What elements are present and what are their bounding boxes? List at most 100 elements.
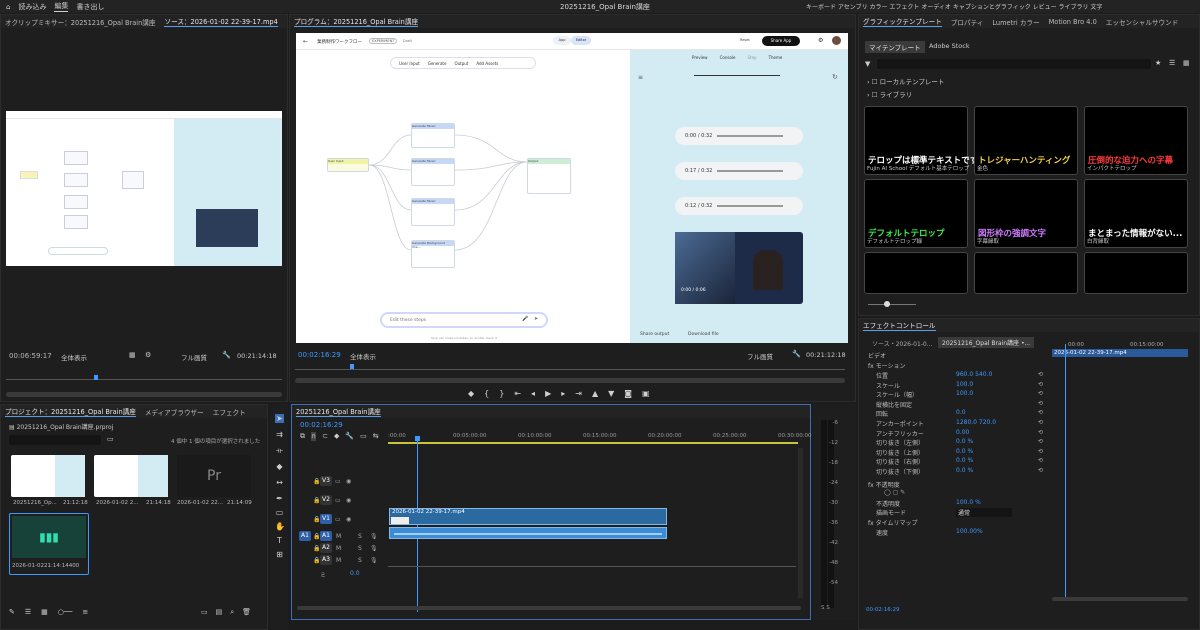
- wrench-icon[interactable]: 🔧: [345, 432, 354, 441]
- workspace-menus[interactable]: キーボード アセンブリ カラー エフェクト オーディオ キャプションとグラフィッ…: [806, 2, 1102, 11]
- list-view-icon[interactable]: ☰: [1169, 59, 1175, 67]
- icon-view-icon[interactable]: ▦: [41, 608, 48, 616]
- ec-property-row[interactable]: 切り抜き（右側） 0.0 % ⟲: [876, 457, 1043, 466]
- export-frame-icon[interactable]: ◙: [624, 389, 632, 398]
- wrench-icon[interactable]: 🔧: [792, 350, 801, 358]
- template-card[interactable]: トレジャーハンティング 金色: [974, 106, 1078, 175]
- source-quality-select[interactable]: フル画質: [181, 352, 207, 362]
- solo-button[interactable]: S: [358, 545, 362, 552]
- avatar[interactable]: [832, 36, 841, 45]
- template-card[interactable]: [974, 252, 1078, 294]
- audio-player-3[interactable]: 0:12 / 0:32: [675, 197, 803, 215]
- ec-playhead[interactable]: [1065, 344, 1066, 598]
- menu-icon[interactable]: ≡: [638, 74, 643, 81]
- program-zoom-select[interactable]: 全体表示: [350, 351, 376, 361]
- lift-icon[interactable]: ▲: [592, 389, 598, 398]
- toggle-output-icon[interactable]: ▭: [335, 516, 341, 523]
- go-out-icon[interactable]: ⇥: [575, 389, 582, 398]
- toggle-output-icon[interactable]: ▭: [335, 478, 341, 485]
- zoom-controls[interactable]: [614, 276, 624, 334]
- premiere-file-icon[interactable]: Pr: [177, 455, 251, 497]
- ec-opacity-row[interactable]: 不透明度 100.0 %: [876, 499, 981, 508]
- tab-properties[interactable]: プロパティ: [951, 17, 984, 27]
- nest-icon[interactable]: ⧉: [300, 432, 305, 441]
- step-back-icon[interactable]: ◂: [531, 389, 535, 398]
- thumb-size-slider[interactable]: [868, 304, 916, 305]
- marker-icon[interactable]: ◆: [334, 432, 339, 441]
- gear-icon[interactable]: ⚙: [818, 37, 823, 44]
- reset-icon[interactable]: ⟲: [1038, 381, 1043, 388]
- track-label-v3[interactable]: V3: [320, 476, 332, 486]
- download-file-link[interactable]: Download file: [688, 332, 719, 337]
- tab-import[interactable]: 読み込み: [18, 2, 46, 12]
- ripple-edit-icon[interactable]: ⟛: [275, 446, 284, 455]
- reset-icon[interactable]: ⟲: [1038, 390, 1043, 397]
- tab-media-browser[interactable]: メディアブラウザー: [145, 407, 204, 417]
- tab-essential-sound[interactable]: エッセンシャルサウンド: [1106, 17, 1179, 27]
- program-playhead[interactable]: [350, 364, 354, 369]
- caption-icon[interactable]: ▭: [360, 432, 367, 441]
- eye-icon[interactable]: ◉: [346, 478, 351, 485]
- ec-property-row[interactable]: スケール（幅） 100.0 ⟲: [876, 390, 1043, 399]
- ec-motion[interactable]: fx モーション: [868, 361, 905, 370]
- ec-property-row[interactable]: アンチフリッカー 0.00 ⟲: [876, 429, 1043, 438]
- program-ruler[interactable]: [295, 369, 845, 370]
- reset-icon[interactable]: ⟲: [1038, 438, 1043, 445]
- reset-icon[interactable]: ⟲: [1038, 467, 1043, 474]
- tab-graphics-templates[interactable]: グラフィックテンプレート: [863, 16, 942, 27]
- marker-icon[interactable]: ◆: [468, 389, 474, 398]
- source-timecode[interactable]: 00:06:59:17: [9, 352, 52, 360]
- tab-source[interactable]: ソース：2026-01-02 22-39-17.mp4: [164, 16, 278, 27]
- solo-button[interactable]: S: [358, 557, 362, 564]
- list-view-icon[interactable]: ☰: [25, 608, 31, 616]
- ec-property-row[interactable]: 切り抜き（下側） 0.0 % ⟲: [876, 467, 1043, 476]
- new-item-icon[interactable]: ▤: [216, 608, 223, 617]
- project-item-selected[interactable]: ▮▮▮ 2026-01-02... 21:14:14400: [9, 513, 89, 575]
- step-forward-icon[interactable]: ▸: [561, 389, 565, 398]
- video-player[interactable]: 0:00 / 0:06: [675, 232, 803, 304]
- tab-step[interactable]: Step: [747, 55, 756, 60]
- opal-reset[interactable]: Reset: [740, 38, 750, 42]
- filter-icon[interactable]: ▼: [865, 60, 870, 68]
- sort-icon[interactable]: ≡: [82, 608, 88, 616]
- reset-icon[interactable]: ⟲: [1038, 419, 1043, 426]
- source-playhead[interactable]: [94, 375, 98, 380]
- source-scrollbar[interactable]: [6, 392, 282, 397]
- tab-console[interactable]: Console: [720, 55, 736, 60]
- ec-property-row[interactable]: 切り抜き（上側） 0.0 % ⟲: [876, 448, 1043, 457]
- ec-blend-row[interactable]: 描画モード 通常: [876, 508, 1012, 517]
- tab-effects[interactable]: エフェクト: [213, 407, 246, 417]
- template-card[interactable]: テロップは標準テキストです。 Fujin AI School デフォルト基本テロッ…: [864, 106, 986, 175]
- track-select-icon[interactable]: ⇉: [275, 430, 284, 439]
- out-point-icon[interactable]: }: [499, 389, 504, 398]
- template-card[interactable]: 図形枠の強調文字 字幕縁取: [974, 179, 1078, 248]
- ec-property-row[interactable]: 回転 0.0 ⟲: [876, 409, 1043, 418]
- ec-source[interactable]: ソース・2026-01-0...: [872, 339, 932, 348]
- mute-button[interactable]: M: [336, 557, 341, 564]
- template-card[interactable]: まとまった情報がない... 白背縁取: [1084, 179, 1188, 248]
- mic-icon[interactable]: 🎙: [370, 545, 378, 552]
- template-card[interactable]: 圧倒的な迫力への字幕 インパクトテロップ: [1084, 106, 1188, 175]
- tab-timeline-sequence[interactable]: 20251216_Opal Brain講座: [296, 406, 381, 417]
- opal-editor-tab[interactable]: Editor: [571, 36, 591, 45]
- audio-player-1[interactable]: 0:00 / 0:32: [675, 127, 803, 145]
- reset-icon[interactable]: ⟲: [1038, 448, 1043, 455]
- share-output-link[interactable]: Share output: [640, 332, 669, 337]
- settings-icon[interactable]: ⚙: [145, 351, 151, 359]
- ec-property-row[interactable]: 切り抜き（左側） 0.0 % ⟲: [876, 438, 1043, 447]
- extract-icon[interactable]: ▼: [608, 389, 614, 398]
- tab-export[interactable]: 書き出し: [76, 2, 104, 12]
- ec-time-remap[interactable]: fx タイムリマップ: [868, 518, 917, 527]
- track-label-a2[interactable]: A2: [320, 543, 332, 553]
- tab-adobe-stock[interactable]: Adobe Stock: [929, 42, 970, 50]
- template-card[interactable]: デフォルトテロップ デフォルトテロップ緑: [864, 179, 968, 248]
- master-volume[interactable]: 0.0: [350, 570, 360, 577]
- back-arrow-icon[interactable]: ←: [303, 38, 308, 45]
- reset-icon[interactable]: ⟲: [1038, 409, 1043, 416]
- mute-button[interactable]: M: [336, 545, 341, 552]
- zoom-slider-icon[interactable]: ○──: [58, 608, 73, 616]
- tree-library[interactable]: › ☐ ライブラリ: [867, 89, 912, 99]
- refresh-icon[interactable]: ↻: [832, 73, 838, 81]
- vertical-type-icon[interactable]: ⊞: [275, 550, 284, 559]
- tab-program[interactable]: プログラム：20251216_Opal Brain講座: [294, 16, 419, 27]
